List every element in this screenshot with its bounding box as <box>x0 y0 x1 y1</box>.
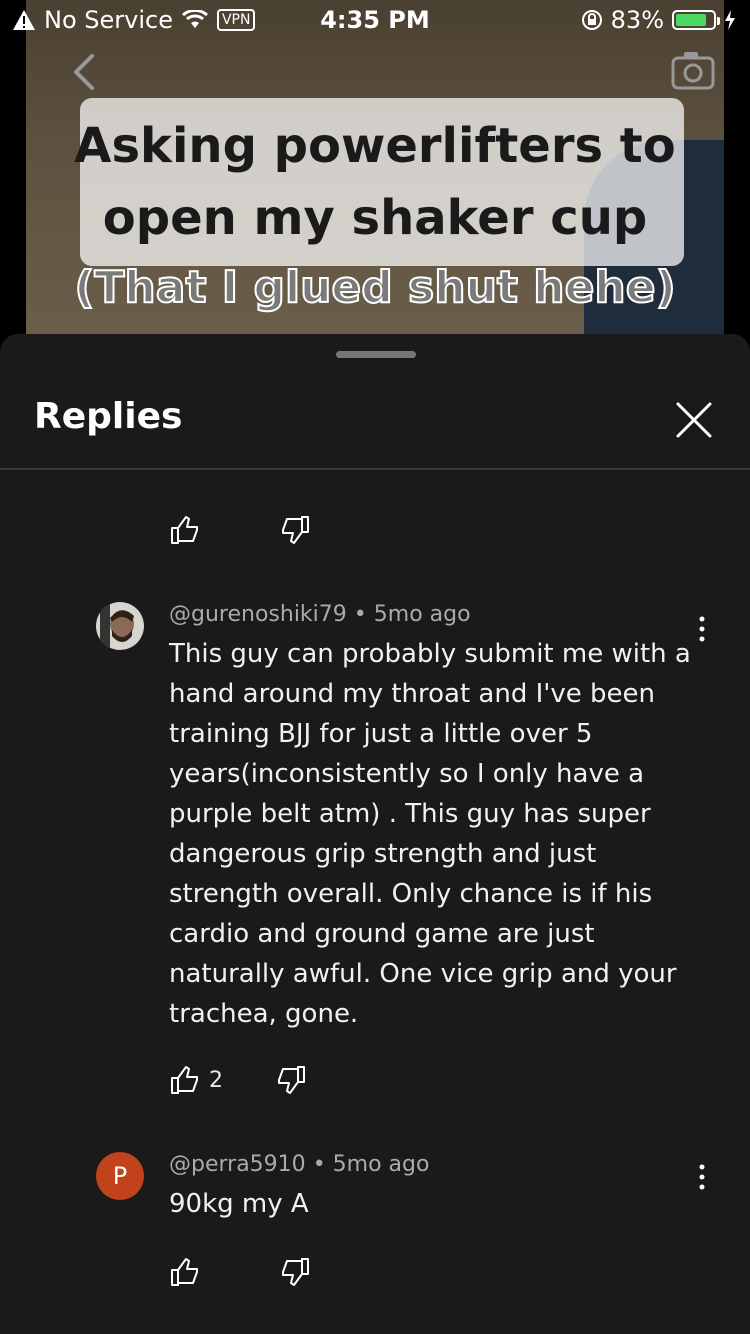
comment-actions: 2 <box>169 1064 307 1096</box>
video-player[interactable]: Asking powerlifters to open my shaker cu… <box>26 0 724 345</box>
avatar[interactable]: P <box>96 1152 144 1200</box>
like-icon <box>171 516 198 544</box>
video-caption-line3: (That I glued shut hehe) <box>73 261 676 314</box>
drag-handle[interactable] <box>336 351 416 358</box>
dislike-icon <box>278 1066 305 1094</box>
replies-panel: Replies @gurenoshiki79 • 5mo ago This gu… <box>0 334 750 1334</box>
status-bar: No Service VPN 4:35 PM 83% <box>0 0 750 40</box>
like-button[interactable] <box>169 1256 201 1288</box>
like-button[interactable]: 2 <box>169 1064 223 1096</box>
comment-meta: @gurenoshiki79 • 5mo ago <box>169 602 471 627</box>
video-caption-line1: Asking powerlifters to <box>74 118 676 174</box>
video-caption-line2: open my shaker cup <box>102 190 648 246</box>
divider <box>0 468 750 470</box>
charging-icon <box>725 10 735 30</box>
comment-author[interactable]: @gurenoshiki79 <box>169 602 347 627</box>
like-count: 2 <box>209 1067 223 1093</box>
dislike-icon <box>282 516 309 544</box>
dislike-icon <box>282 1258 309 1286</box>
like-button[interactable] <box>169 514 201 546</box>
close-icon[interactable] <box>672 398 716 442</box>
comment-age: 5mo ago <box>332 1152 430 1177</box>
like-icon <box>171 1258 198 1286</box>
lock-rotation-icon <box>581 10 602 30</box>
camera-icon[interactable] <box>670 48 716 94</box>
like-icon <box>171 1066 198 1094</box>
avatar[interactable] <box>96 602 144 650</box>
comment-age: 5mo ago <box>373 602 471 627</box>
comment-actions <box>169 1256 311 1288</box>
back-icon[interactable] <box>66 52 106 92</box>
comment-text: This guy can probably submit me with a h… <box>169 639 691 1029</box>
avatar-letter: P <box>112 1162 128 1190</box>
comment-actions <box>169 514 311 546</box>
battery-percent: 83% <box>610 6 664 34</box>
panel-title: Replies <box>34 396 183 437</box>
dislike-button[interactable] <box>279 514 311 546</box>
dislike-button[interactable] <box>275 1064 307 1096</box>
comment-meta: @perra5910 • 5mo ago <box>169 1152 430 1177</box>
battery-icon <box>672 10 720 30</box>
dislike-button[interactable] <box>279 1256 311 1288</box>
comment-text: 90kg my A <box>169 1189 309 1219</box>
comment-author[interactable]: @perra5910 <box>169 1152 306 1177</box>
